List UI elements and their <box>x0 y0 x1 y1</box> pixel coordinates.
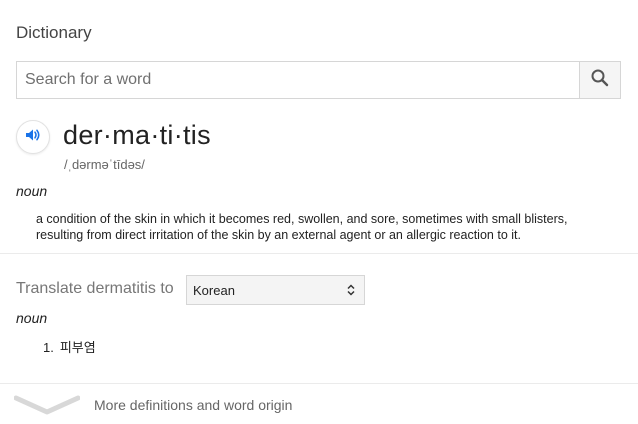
more-definitions-button[interactable]: More definitions and word origin <box>0 384 638 424</box>
search-icon <box>590 68 610 93</box>
part-of-speech: noun <box>16 183 48 199</box>
phonetic-spelling: /ˌdərməˈtīdəs/ <box>64 157 145 172</box>
dictionary-title: Dictionary <box>16 23 92 42</box>
language-select-value: Korean <box>193 282 235 298</box>
translation-number: 1. <box>43 340 54 355</box>
more-definitions-label: More definitions and word origin <box>94 397 293 413</box>
search-button[interactable] <box>579 62 620 98</box>
chevron-down-icon <box>13 392 81 421</box>
translate-label: Translate dermatitis to <box>16 280 174 297</box>
language-select[interactable]: Korean <box>186 275 365 305</box>
select-arrows-icon <box>344 283 358 297</box>
definition-text: a condition of the skin in which it beco… <box>36 212 568 242</box>
search-box <box>16 61 621 99</box>
dictionary-card: Dictionary der·ma·ti·tis /ˌdərməˈtīdəs/ … <box>0 0 638 424</box>
section-divider <box>0 253 638 254</box>
translation-text: 피부염 <box>59 340 96 355</box>
speaker-icon <box>24 126 42 149</box>
headword: der·ma·ti·tis <box>63 120 211 150</box>
translation-part-of-speech: noun <box>16 310 48 326</box>
search-input[interactable] <box>17 62 579 98</box>
pronunciation-button[interactable] <box>16 120 50 154</box>
translation-item: 1. 피부염 <box>43 337 96 356</box>
